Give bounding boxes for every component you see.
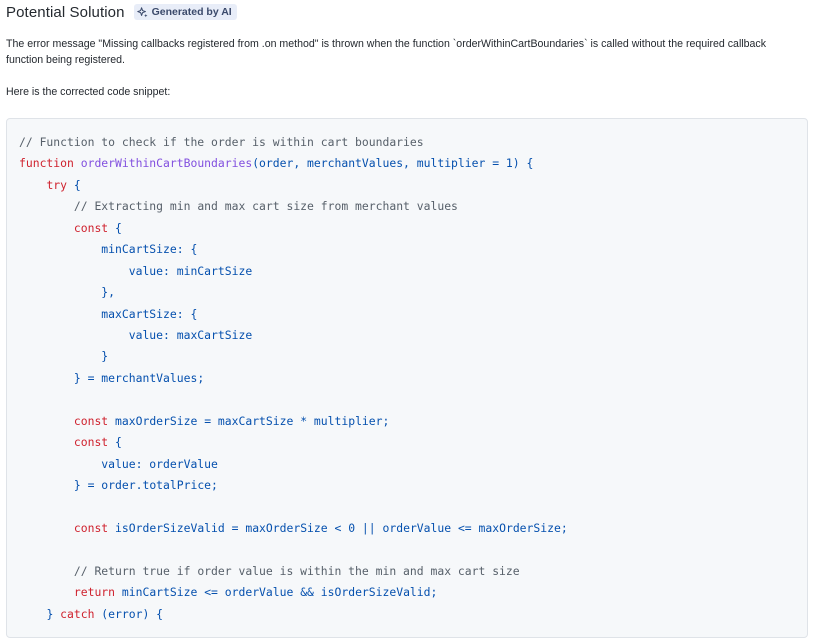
code-token: 0 [341,520,356,535]
code-snippet[interactable]: // Function to check if the order is wit… [19,132,568,625]
code-token: try [46,177,68,192]
code-line: } = order.totalPrice; [19,475,568,496]
error-explanation: The error message "Missing callbacks reg… [6,38,767,66]
code-token: orderValue [375,520,458,535]
code-token: { [108,220,122,235]
code-line: const maxOrderSize = maxCartSize * multi… [19,411,568,432]
code-line: const { [19,218,568,239]
code-token: const [73,435,109,450]
code-token: isOrderSizeValid [108,520,232,535]
code-line: } [19,346,568,367]
code-line: // Return true if order value is within … [19,561,568,582]
code-token: <= [204,585,218,600]
code-line: }, [19,282,568,303]
code-line: } = merchantValues; [19,368,568,389]
code-line: const { [19,432,568,453]
code-token: order.totalPrice; [94,478,218,492]
code-token: orderValue [217,585,301,600]
code-token: minCartSize: { [101,242,198,257]
code-token: minCartSize [115,585,205,600]
code-line: // Function to check if the order is wit… [19,132,568,153]
code-token: { [108,435,122,450]
code-line: const isOrderSizeValid = maxOrderSize < … [19,518,568,539]
code-line: } catch (error) { [19,604,568,625]
code-line: // Extracting min and max cart size from… [19,196,568,217]
code-token: { [67,177,81,192]
code-token: } [46,606,61,621]
code-line: value: minCartSize [19,261,568,282]
code-token: function [19,156,81,171]
code-line: value: orderValue [19,454,568,475]
code-token: multiplier; [307,413,390,428]
code-token: maxCartSize: { [101,306,198,321]
code-token: const [73,413,109,428]
solution-header: Potential Solution Generated by AI [6,2,237,22]
code-line: maxCartSize: { [19,304,568,325]
sparkle-icon [136,6,148,17]
code-token: // Return true if order value is within … [73,563,520,578]
code-token: maxCartSize [211,413,301,428]
code-token: } [101,349,109,364]
code-token: orderWithinCartBoundaries [80,156,253,171]
code-token: maxOrderSize [108,413,205,428]
badge-label: Generated by AI [151,6,232,18]
code-token: 1 [499,156,513,171]
code-line: try { [19,175,568,196]
code-token: (order, merchantValues, multiplier [252,156,493,171]
code-token: maxOrderSize [238,520,335,535]
code-line: minCartSize: { [19,239,568,260]
code-line: return minCartSize <= orderValue && isOr… [19,582,568,603]
code-token: value: orderValue [101,456,218,471]
code-block[interactable]: // Function to check if the order is wit… [6,118,808,638]
code-token: catch [60,606,95,621]
generated-by-ai-badge: Generated by AI [133,4,237,20]
code-intro: Here is the corrected code snippet: [6,86,171,98]
code-token: merchantValues; [94,370,205,385]
code-token: } [73,370,88,385]
code-token: <= [457,520,472,535]
code-token: // Extracting min and max cart size from… [73,199,458,214]
code-token: }, [101,285,116,300]
code-token: && [300,585,314,600]
code-token: value: maxCartSize [128,327,253,342]
code-token: // Function to check if the order is wit… [19,135,424,149]
code-token: || [355,520,376,535]
code-token: maxOrderSize; [471,520,568,535]
page-title: Potential Solution [6,3,125,21]
code-token: } [73,478,88,492]
code-line: function orderWithinCartBoundaries(order… [19,153,568,174]
code-token: value: minCartSize [128,263,253,278]
code-token: (error) { [94,606,164,621]
code-line: value: maxCartSize [19,325,568,346]
code-token: const [73,220,109,235]
code-token: ) { [512,156,534,171]
code-token: isOrderSizeValid; [313,585,438,600]
code-token: const [73,520,109,535]
code-token: return [73,585,116,600]
